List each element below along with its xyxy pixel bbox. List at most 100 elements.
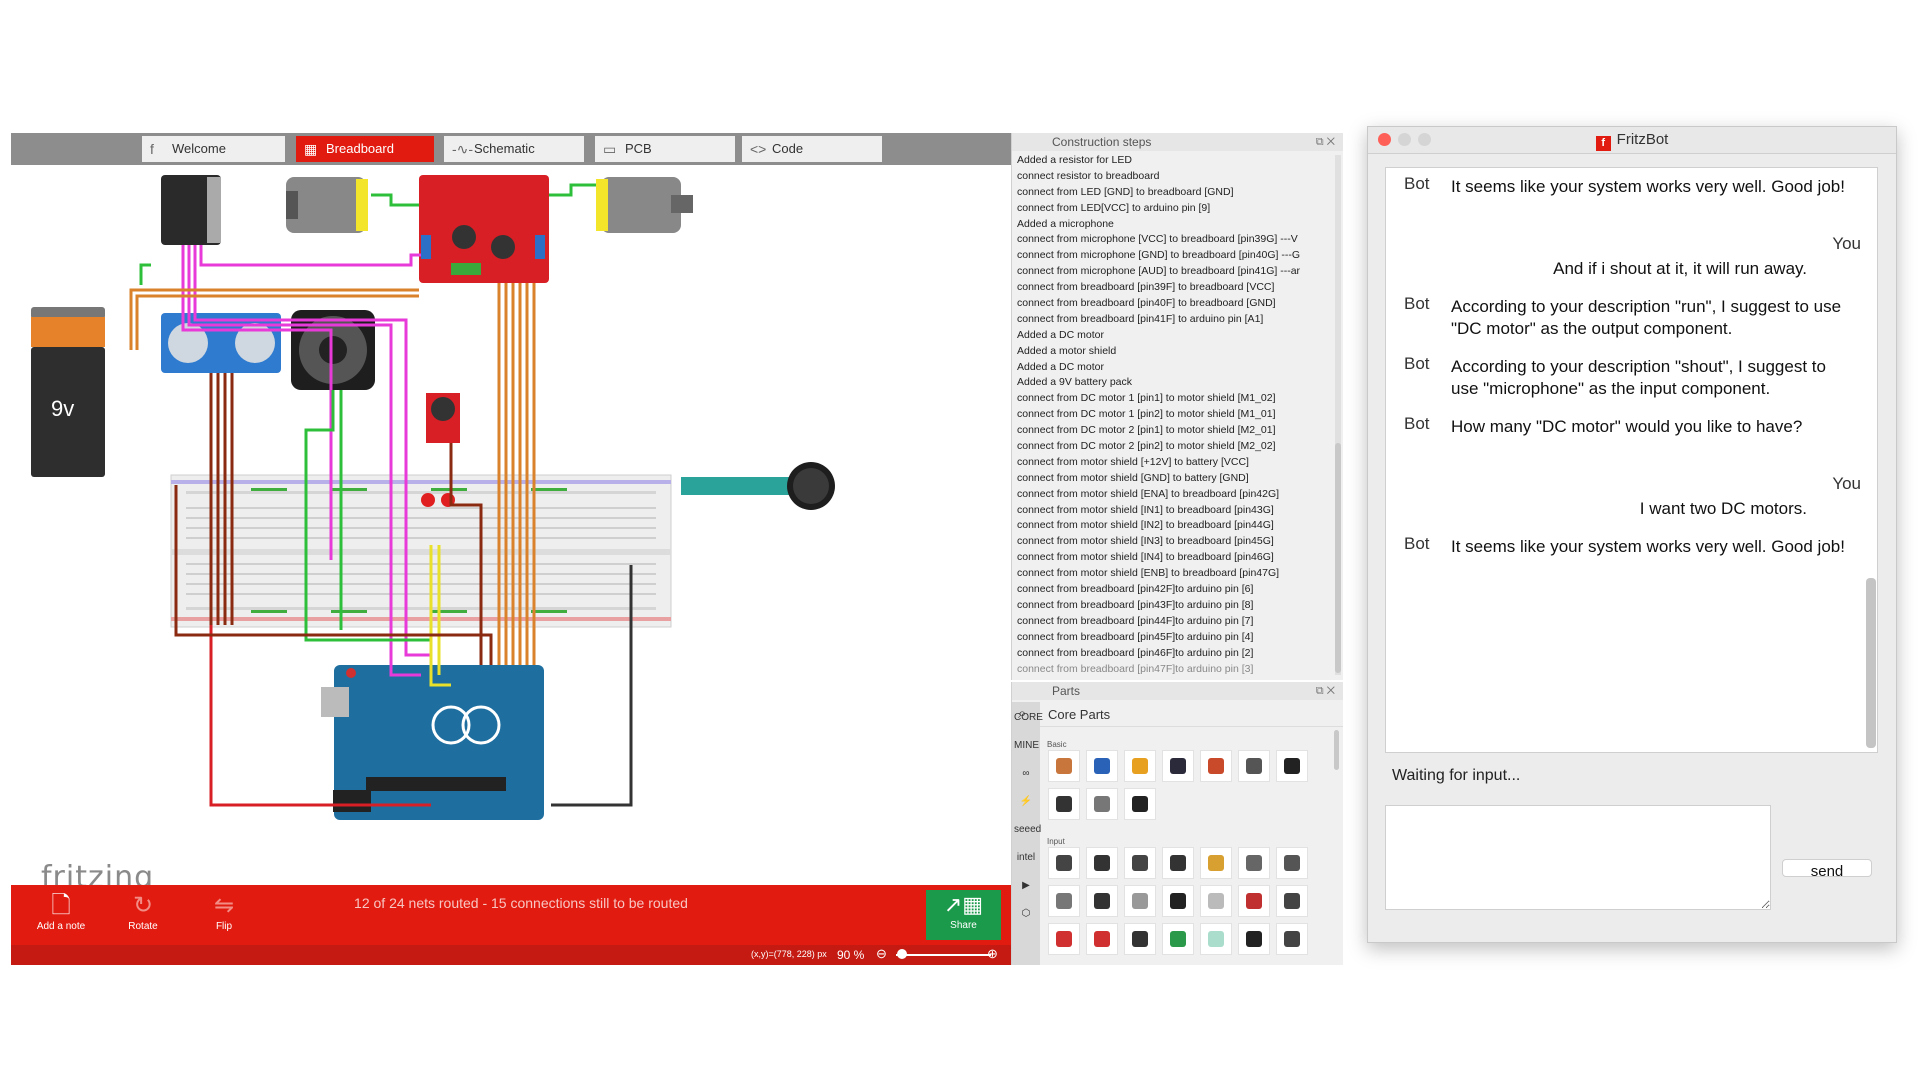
speaker[interactable] — [291, 310, 375, 390]
part-tile[interactable] — [1086, 885, 1118, 917]
part-tile[interactable] — [1276, 750, 1308, 782]
construction-step[interactable]: connect from LED[VCC] to arduino pin [9] — [1017, 201, 1333, 217]
construction-step[interactable]: connect from breadboard [pin41F] to ardu… — [1017, 312, 1333, 328]
part-tile[interactable] — [1162, 750, 1194, 782]
construction-step[interactable]: connect from motor shield [GND] to batte… — [1017, 471, 1333, 487]
construction-step[interactable]: connect from motor shield [IN4] to bread… — [1017, 550, 1333, 566]
servo-motor[interactable] — [161, 175, 221, 245]
parts-scrollbar[interactable] — [1334, 730, 1339, 770]
part-tile[interactable] — [1238, 923, 1270, 955]
construction-step[interactable]: connect from DC motor 2 [pin1] to motor … — [1017, 423, 1333, 439]
construction-step[interactable]: connect from motor shield [ENA] to bread… — [1017, 487, 1333, 503]
ultrasonic-sensor[interactable] — [161, 313, 281, 373]
tab-breadboard[interactable]: ▦ Breadboard — [296, 136, 434, 162]
part-tile[interactable] — [1048, 885, 1080, 917]
construction-step[interactable]: connect from microphone [AUD] to breadbo… — [1017, 264, 1333, 280]
tab-pcb[interactable]: ▭ PCB — [595, 136, 735, 162]
construction-step[interactable]: connect from breadboard [pin45F]to ardui… — [1017, 630, 1333, 646]
part-tile[interactable] — [1124, 847, 1156, 879]
part-tile[interactable] — [1276, 885, 1308, 917]
force-sensor[interactable] — [681, 462, 835, 510]
construction-step[interactable]: Added a resistor for LED — [1017, 153, 1333, 169]
part-tile[interactable] — [1200, 847, 1232, 879]
construction-step[interactable]: connect from breadboard [pin46F]to ardui… — [1017, 646, 1333, 662]
breadboard[interactable] — [170, 474, 672, 628]
flip-button[interactable]: ⇋ Flip — [189, 891, 259, 932]
construction-step[interactable]: connect from breadboard [pin47F]to ardui… — [1017, 662, 1333, 678]
part-tile[interactable] — [1048, 750, 1080, 782]
dc-motor-2[interactable] — [596, 177, 693, 233]
part-tile[interactable] — [1048, 923, 1080, 955]
part-tile[interactable] — [1200, 750, 1232, 782]
part-tile[interactable] — [1276, 847, 1308, 879]
part-tile[interactable] — [1238, 885, 1270, 917]
construction-step[interactable]: connect from breadboard [pin39F] to brea… — [1017, 280, 1333, 296]
construction-step[interactable]: Added a microphone — [1017, 217, 1333, 233]
construction-step[interactable]: connect from breadboard [pin44F]to ardui… — [1017, 614, 1333, 630]
construction-step[interactable]: Added a motor shield — [1017, 344, 1333, 360]
construction-step[interactable]: connect from microphone [GND] to breadbo… — [1017, 248, 1333, 264]
parts-bin-tab[interactable]: seeed — [1014, 824, 1041, 835]
part-tile[interactable] — [1086, 923, 1118, 955]
construction-step[interactable]: connect from breadboard [pin42F]to ardui… — [1017, 582, 1333, 598]
parts-bin-tab[interactable]: MINE — [1014, 740, 1039, 751]
battery-9v[interactable] — [31, 307, 105, 477]
arduino-uno[interactable] — [321, 665, 544, 820]
part-tile[interactable] — [1124, 750, 1156, 782]
construction-step[interactable]: connect from motor shield [ENB] to bread… — [1017, 566, 1333, 582]
steps-scrollbar-thumb[interactable] — [1335, 443, 1341, 673]
chat-scrollbar[interactable] — [1866, 578, 1876, 748]
part-tile[interactable] — [1086, 750, 1118, 782]
part-tile[interactable] — [1086, 847, 1118, 879]
part-tile[interactable] — [1162, 923, 1194, 955]
construction-step[interactable]: Added a 9V battery pack — [1017, 375, 1333, 391]
chat-input[interactable] — [1385, 805, 1771, 910]
construction-step[interactable]: connect from DC motor 2 [pin2] to motor … — [1017, 439, 1333, 455]
part-tile[interactable] — [1124, 885, 1156, 917]
construction-step[interactable]: connect from motor shield [IN1] to bread… — [1017, 503, 1333, 519]
zoom-slider[interactable] — [896, 954, 991, 956]
share-button[interactable]: ↗▦ Share — [926, 890, 1001, 940]
construction-step[interactable]: connect from motor shield [+12V] to batt… — [1017, 455, 1333, 471]
part-tile[interactable] — [1200, 885, 1232, 917]
parts-bin-tab[interactable]: ⬡ — [1014, 908, 1038, 919]
construction-step[interactable]: connect resistor to breadboard — [1017, 169, 1333, 185]
dc-motor-1[interactable] — [286, 177, 368, 233]
part-tile[interactable] — [1048, 847, 1080, 879]
add-note-button[interactable]: 🗋 Add a note — [26, 891, 96, 932]
parts-bin-tab[interactable]: ∞ — [1014, 768, 1038, 779]
zoom-slider-thumb[interactable] — [897, 949, 907, 959]
send-button[interactable]: send — [1782, 859, 1872, 880]
construction-step[interactable]: connect from motor shield [IN2] to bread… — [1017, 518, 1333, 534]
construction-step[interactable]: connect from breadboard [pin43F]to ardui… — [1017, 598, 1333, 614]
tab-welcome[interactable]: f Welcome — [142, 136, 285, 162]
parts-bin-tab[interactable]: ▶ — [1014, 880, 1038, 891]
rotate-button[interactable]: ↻ Rotate — [108, 891, 178, 932]
zoom-out-icon[interactable]: ⊖ — [876, 946, 887, 962]
part-tile[interactable] — [1048, 788, 1080, 820]
tab-code[interactable]: <> Code — [742, 136, 882, 162]
construction-step[interactable]: Added a DC motor — [1017, 360, 1333, 376]
part-tile[interactable] — [1238, 750, 1270, 782]
part-tile[interactable] — [1276, 923, 1308, 955]
construction-step[interactable]: Added a DC motor — [1017, 328, 1333, 344]
construction-step[interactable]: connect from DC motor 1 [pin2] to motor … — [1017, 407, 1333, 423]
part-tile[interactable] — [1238, 847, 1270, 879]
panel-float-close-icon[interactable]: ⧉ ✕ — [1316, 682, 1335, 700]
zoom-in-icon[interactable]: ⊕ — [987, 946, 998, 962]
construction-step[interactable]: connect from DC motor 1 [pin1] to motor … — [1017, 391, 1333, 407]
construction-step[interactable]: connect from LED [GND] to breadboard [GN… — [1017, 185, 1333, 201]
parts-bin-tab[interactable]: intel — [1014, 852, 1038, 863]
part-tile[interactable] — [1200, 923, 1232, 955]
part-tile[interactable] — [1124, 923, 1156, 955]
part-tile[interactable] — [1162, 847, 1194, 879]
part-tile[interactable] — [1124, 788, 1156, 820]
breadboard-canvas[interactable]: 9v fritzing — [11, 165, 1011, 885]
search-icon[interactable]: ⌕ — [1018, 705, 1026, 722]
motor-shield-l298n[interactable] — [419, 175, 549, 283]
part-tile[interactable] — [1162, 885, 1194, 917]
tab-schematic[interactable]: -∿- Schematic — [444, 136, 584, 162]
construction-step[interactable]: connect from breadboard [pin40F] to brea… — [1017, 296, 1333, 312]
construction-step[interactable]: connect from motor shield [IN3] to bread… — [1017, 534, 1333, 550]
microphone-module[interactable] — [426, 393, 460, 443]
